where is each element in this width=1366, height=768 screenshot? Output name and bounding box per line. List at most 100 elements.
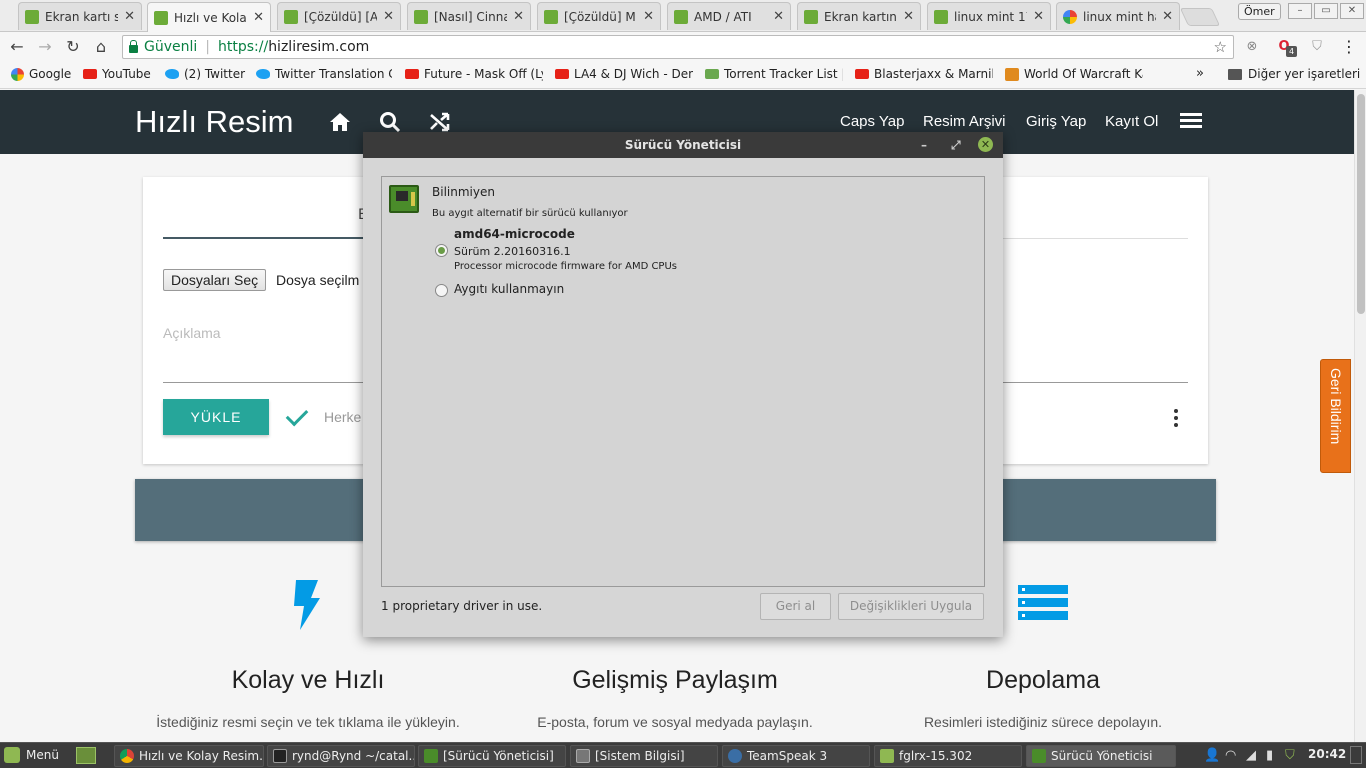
close-icon[interactable]: ✕ <box>643 9 654 24</box>
bookmark-la4-dj-wich[interactable]: LA4 & DJ Wich - Denn <box>555 67 693 81</box>
apply-changes-button[interactable]: Değişiklikleri Uygula <box>838 593 984 620</box>
bookmark-star-icon[interactable]: ☆ <box>1214 38 1227 56</box>
close-icon[interactable]: ✕ <box>773 9 784 24</box>
show-desktop-icon[interactable] <box>76 747 96 764</box>
public-option-label: Herke <box>324 409 362 425</box>
tab-label: [Nasıl] Cinna <box>434 9 508 24</box>
choose-files-button[interactable]: Dosyaları Seç <box>163 269 267 291</box>
tab-cozuldu-m[interactable]: [Çözüldü] M ✕ <box>537 2 661 30</box>
minimize-icon[interactable]: – <box>1288 3 1312 19</box>
bookmark-blasterjaxx[interactable]: Blasterjaxx & Marnik <box>855 67 993 81</box>
forward-icon[interactable]: → <box>35 37 55 57</box>
dh-icon <box>1005 67 1019 81</box>
bookmarks-overflow-button[interactable]: » <box>1196 66 1204 81</box>
description-input[interactable]: Açıklama <box>163 325 221 341</box>
device-list-panel: Bilinmiyen Bu aygıt alternatif bir sürüc… <box>381 176 985 587</box>
mint-icon <box>25 9 39 24</box>
other-bookmarks[interactable]: Diğer yer işaretleri <box>1228 67 1360 81</box>
device-status: Bu aygıt alternatif bir sürücü kullanıyo… <box>432 208 628 219</box>
close-icon[interactable]: ✕ <box>1162 9 1173 24</box>
other-bookmarks-label: Diğer yer işaretleri <box>1248 67 1361 81</box>
taskbar-item-driver-manager-1[interactable]: [Sürücü Yöneticisi] <box>418 745 566 767</box>
hizliresim-icon <box>154 10 168 25</box>
nav-kayit-ol[interactable]: Kayıt Ol <box>1105 113 1158 130</box>
bookmark-google[interactable]: Google <box>11 67 75 81</box>
dialog-titlebar[interactable]: Sürücü Yöneticisi – ⤢ ✕ <box>363 132 1003 158</box>
taskbar-item-chrome[interactable]: Hızlı ve Kolay Resim... <box>114 745 264 767</box>
shuffle-icon[interactable] <box>428 110 452 134</box>
site-logo[interactable]: Hızlı Resim <box>135 104 293 140</box>
profile-button[interactable]: Ömer <box>1238 3 1281 20</box>
maximize-icon[interactable]: ⤢ <box>951 132 961 158</box>
bookmark-twitter-translation[interactable]: Twitter Translation C <box>256 67 392 81</box>
close-icon[interactable]: ✕ <box>383 9 394 24</box>
file-status: Dosya seçilm <box>276 272 360 288</box>
bookmark-world-of-warcraft[interactable]: World Of Warcraft Ka <box>1005 67 1143 81</box>
taskbar-item-teamspeak[interactable]: TeamSpeak 3 <box>722 745 870 767</box>
close-icon[interactable]: ✕ <box>978 137 993 152</box>
driver-radio-none[interactable] <box>435 284 448 297</box>
nav-caps-yap[interactable]: Caps Yap <box>840 113 905 130</box>
taskbar-item-driver-manager-2[interactable]: Sürücü Yöneticisi <box>1026 745 1176 767</box>
tab-linux-mint-ha[interactable]: linux mint ha ✕ <box>1056 2 1180 30</box>
option-none-label: Aygıtı kullanmayın <box>454 282 565 296</box>
update-shield-icon[interactable]: ⛉ <box>1285 748 1295 763</box>
home-icon[interactable] <box>328 110 352 134</box>
mint-icon <box>674 9 688 24</box>
address-bar[interactable]: Güvenli | https:// hizliresim.com ☆ <box>122 35 1234 59</box>
scrollbar-thumb[interactable] <box>1357 94 1365 314</box>
volume-icon[interactable]: ◢ <box>1246 748 1256 763</box>
close-icon[interactable]: ✕ <box>1033 9 1044 24</box>
show-desktop-corner[interactable] <box>1350 746 1362 764</box>
close-icon[interactable]: ✕ <box>513 9 524 24</box>
close-icon[interactable]: ✕ <box>124 9 135 24</box>
close-icon[interactable]: ✕ <box>253 10 264 25</box>
shield-icon[interactable]: ⛉ <box>1308 38 1326 56</box>
search-icon[interactable] <box>378 110 402 134</box>
tab-linux-mint-17[interactable]: linux mint 17 ✕ <box>927 2 1051 30</box>
home-icon[interactable]: ⌂ <box>91 37 111 57</box>
bookmark-torrent-tracker[interactable]: Torrent Tracker List | <box>705 67 843 81</box>
chrome-menu-icon[interactable]: ⋮ <box>1340 38 1358 56</box>
close-icon[interactable]: ✕ <box>903 9 914 24</box>
maximize-icon[interactable]: ▭ <box>1314 3 1338 19</box>
tab-hizli-resim[interactable]: Hızlı ve Kola ✕ <box>147 2 271 32</box>
revert-button[interactable]: Geri al <box>760 593 831 620</box>
taskbar-item-fglrx-folder[interactable]: fglrx-15.302 <box>874 745 1022 767</box>
close-window-icon[interactable]: ✕ <box>1340 3 1364 19</box>
start-menu-button[interactable]: Menü <box>4 747 59 763</box>
new-tab-button[interactable] <box>1179 8 1221 26</box>
bookmark-label: (2) Twitter <box>184 67 246 81</box>
tab-ekran-kartin[interactable]: Ekran kartın ✕ <box>797 2 921 30</box>
back-icon[interactable]: ← <box>7 37 27 57</box>
bookmark-label: Blasterjaxx & Marnik <box>874 67 993 81</box>
bookmark-twitter[interactable]: (2) Twitter <box>165 67 247 81</box>
page-scrollbar[interactable] <box>1354 90 1366 742</box>
driver-radio-microcode[interactable] <box>435 244 448 257</box>
minimize-icon[interactable]: – <box>921 132 927 158</box>
more-options-icon[interactable] <box>1174 409 1178 430</box>
menu-label: Menü <box>26 748 59 762</box>
tab-cozuldu-a[interactable]: [Çözüldü] [A ✕ <box>277 2 401 30</box>
battery-icon[interactable]: ▮ <box>1266 748 1273 763</box>
terminal-icon <box>273 749 287 763</box>
nav-resim-arsivi[interactable]: Resim Arşivi <box>923 113 1006 130</box>
driver-manager-window: Sürücü Yöneticisi – ⤢ ✕ Bilinmiyen Bu ay… <box>363 132 1003 637</box>
url-scheme: https:// <box>218 39 269 55</box>
extension-icon[interactable]: ⊗ <box>1243 38 1261 56</box>
bookmark-future-mask-off[interactable]: Future - Mask Off (Ly <box>405 67 543 81</box>
menu-icon[interactable] <box>1180 113 1202 129</box>
network-icon[interactable]: ◠ <box>1225 748 1236 763</box>
bookmark-youtube[interactable]: YouTube <box>83 67 157 81</box>
user-icon[interactable]: 👤 <box>1204 748 1220 763</box>
tab-ekran-karti[interactable]: Ekran kartı s ✕ <box>18 2 142 30</box>
taskbar-item-system-info[interactable]: [Sistem Bilgisi] <box>570 745 718 767</box>
tab-amd-ati[interactable]: AMD / ATI ✕ <box>667 2 791 30</box>
upload-button[interactable]: YÜKLE <box>163 399 269 435</box>
taskbar-item-terminal[interactable]: rynd@Rynd ~/catal... <box>267 745 415 767</box>
check-icon[interactable] <box>285 403 309 427</box>
tab-nasil-cinna[interactable]: [Nasıl] Cinna ✕ <box>407 2 531 30</box>
feedback-tab[interactable]: Geri Bildirim <box>1320 359 1351 473</box>
nav-giris-yap[interactable]: Giriş Yap <box>1026 113 1086 130</box>
reload-icon[interactable]: ↻ <box>63 37 83 57</box>
